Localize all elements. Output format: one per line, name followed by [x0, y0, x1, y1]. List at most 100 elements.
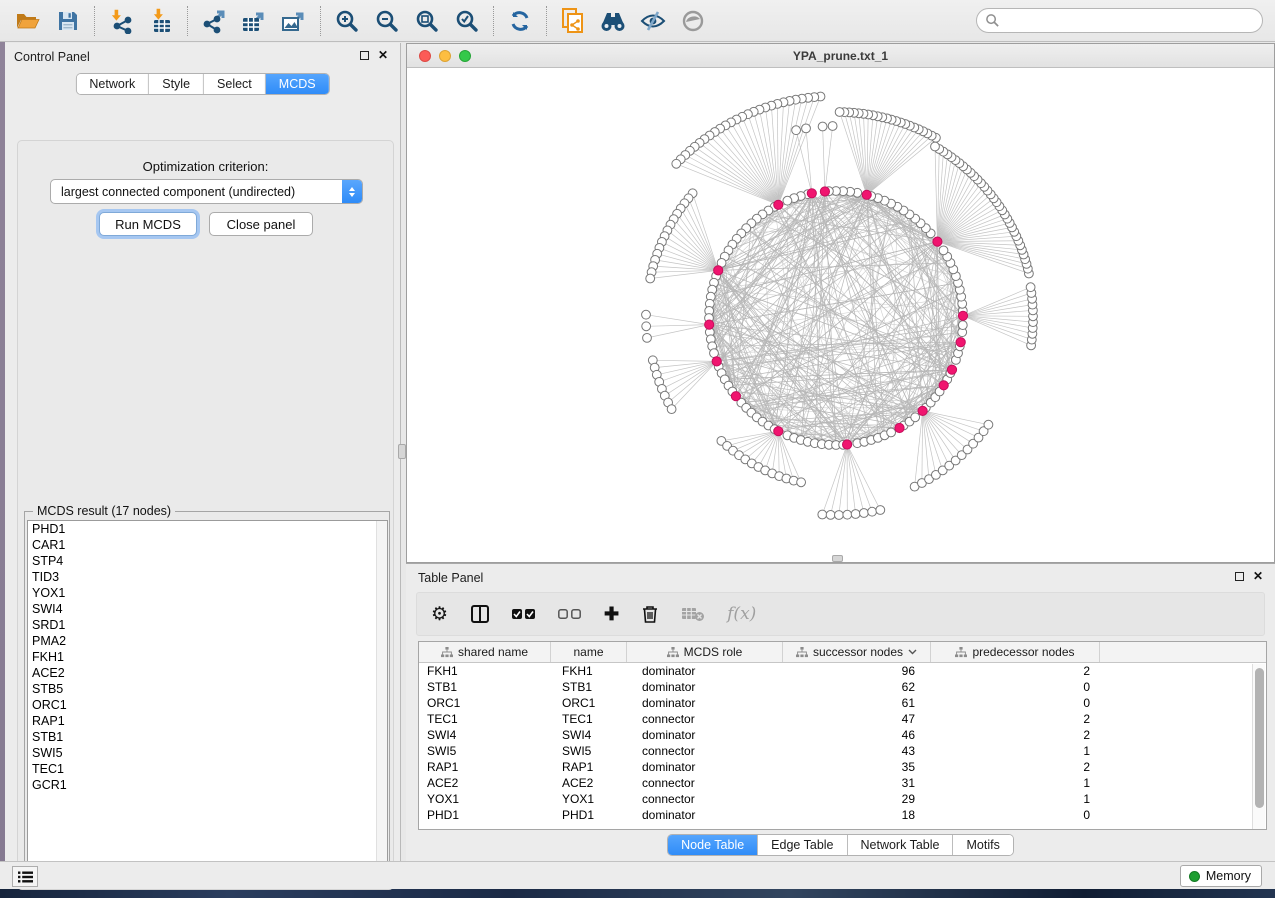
graph-node[interactable] [643, 334, 652, 343]
table-row[interactable]: TEC1TEC1connector472 [419, 711, 1266, 727]
float-panel-icon[interactable] [360, 51, 369, 60]
network-canvas[interactable] [407, 68, 1274, 562]
memory-button[interactable]: Memory [1180, 865, 1262, 887]
graph-node[interactable] [642, 310, 651, 319]
mcds-result-item[interactable]: ACE2 [28, 665, 387, 681]
mcds-result-item[interactable]: YOX1 [28, 585, 387, 601]
graph-dominator-node[interactable] [933, 237, 942, 246]
panel-list-button[interactable] [12, 866, 38, 887]
graph-dominator-node[interactable] [774, 427, 783, 436]
graph-node[interactable] [876, 506, 885, 515]
tab-motifs[interactable]: Motifs [953, 835, 1012, 855]
graph-dominator-node[interactable] [774, 200, 783, 209]
node-table[interactable]: shared namenameMCDS rolesuccessor nodesp… [418, 641, 1267, 830]
run-mcds-button[interactable]: Run MCDS [99, 212, 197, 236]
criterion-dropdown[interactable]: largest connected component (undirected) [50, 179, 363, 204]
mcds-result-item[interactable]: GCR1 [28, 777, 387, 793]
zoom-selected-button[interactable] [447, 4, 487, 38]
tab-mcds[interactable]: MCDS [266, 74, 329, 94]
graph-dominator-node[interactable] [714, 266, 723, 275]
table-scrollbar[interactable] [1252, 664, 1265, 829]
graph-dominator-node[interactable] [895, 423, 904, 432]
mcds-result-item[interactable]: CAR1 [28, 537, 387, 553]
save-session-button[interactable] [48, 4, 88, 38]
deselect-all-icon[interactable] [558, 608, 582, 620]
graph-node[interactable] [958, 321, 967, 330]
column-header-name[interactable]: name [551, 642, 627, 662]
import-table-button[interactable] [141, 4, 181, 38]
close-panel-icon[interactable]: ✕ [378, 51, 388, 60]
graph-dominator-node[interactable] [939, 381, 948, 390]
graph-node[interactable] [672, 159, 681, 168]
graph-node[interactable] [783, 196, 792, 205]
table-row[interactable]: SWI4SWI4dominator462 [419, 727, 1266, 743]
tab-network-table[interactable]: Network Table [848, 835, 954, 855]
search-box[interactable] [976, 8, 1263, 33]
export-table-button[interactable] [234, 4, 274, 38]
network-window-titlebar[interactable]: YPA_prune.txt_1 [407, 44, 1274, 68]
graph-node[interactable] [818, 122, 827, 131]
graph-node[interactable] [887, 428, 896, 437]
tab-select[interactable]: Select [204, 74, 266, 94]
table-row[interactable]: STB1STB1dominator620 [419, 679, 1266, 695]
graph-dominator-node[interactable] [956, 338, 965, 347]
tab-network[interactable]: Network [76, 74, 149, 94]
graph-node[interactable] [802, 124, 811, 133]
mcds-result-item[interactable]: STB1 [28, 729, 387, 745]
select-all-icon[interactable] [512, 608, 536, 620]
mcds-result-item[interactable]: TEC1 [28, 761, 387, 777]
import-network-button[interactable] [101, 4, 141, 38]
mcds-result-item[interactable]: FKH1 [28, 649, 387, 665]
graph-node[interactable] [868, 507, 877, 516]
graph-node[interactable] [860, 509, 869, 518]
export-network-button[interactable] [194, 4, 234, 38]
mcds-result-item[interactable]: RAP1 [28, 713, 387, 729]
graph-dominator-node[interactable] [958, 311, 967, 320]
graph-node[interactable] [792, 126, 801, 135]
graph-dominator-node[interactable] [843, 440, 852, 449]
mcds-result-item[interactable]: SWI5 [28, 745, 387, 761]
mcds-result-item[interactable]: STB5 [28, 681, 387, 697]
graph-node[interactable] [835, 511, 844, 520]
zoom-out-button[interactable] [367, 4, 407, 38]
export-image-button[interactable] [274, 4, 314, 38]
graph-node[interactable] [797, 478, 806, 487]
graph-dominator-node[interactable] [807, 189, 816, 198]
show-columns-icon[interactable] [470, 604, 490, 624]
graph-node[interactable] [911, 413, 920, 422]
mcds-list-scrollbar[interactable] [376, 521, 387, 879]
graph-dominator-node[interactable] [947, 365, 956, 374]
graph-node[interactable] [1026, 283, 1035, 292]
float-panel-icon[interactable] [1235, 572, 1244, 581]
graph-dominator-node[interactable] [918, 406, 927, 415]
open-file-button[interactable] [8, 4, 48, 38]
horizontal-splitter-grip[interactable] [832, 555, 843, 562]
table-row[interactable]: ACE2ACE2connector311 [419, 775, 1266, 791]
graph-dominator-node[interactable] [820, 187, 829, 196]
mcds-result-item[interactable]: PMA2 [28, 633, 387, 649]
mcds-result-item[interactable]: ORC1 [28, 697, 387, 713]
graph-node[interactable] [667, 405, 676, 414]
graph-node[interactable] [835, 108, 844, 117]
graph-node[interactable] [851, 510, 860, 519]
graph-dominator-node[interactable] [712, 357, 721, 366]
graph-node[interactable] [843, 510, 852, 519]
column-header-successor-nodes[interactable]: successor nodes [783, 642, 931, 662]
column-header-predecessor-nodes[interactable]: predecessor nodes [931, 642, 1100, 662]
refresh-button[interactable] [500, 4, 540, 38]
tab-edge-table[interactable]: Edge Table [758, 835, 847, 855]
column-header-MCDS-role[interactable]: MCDS role [627, 642, 783, 662]
hide-selected-button[interactable] [633, 4, 673, 38]
tab-node-table[interactable]: Node Table [668, 835, 758, 855]
table-row[interactable]: PHD1PHD1dominator180 [419, 807, 1266, 823]
search-input[interactable] [1000, 11, 1262, 31]
mcds-result-item[interactable]: PHD1 [28, 521, 387, 537]
zoom-in-button[interactable] [327, 4, 367, 38]
graph-node[interactable] [818, 510, 827, 519]
table-row[interactable]: YOX1YOX1connector291 [419, 791, 1266, 807]
mcds-result-item[interactable]: TID3 [28, 569, 387, 585]
mcds-result-list[interactable]: PHD1CAR1STP4TID3YOX1SWI4SRD1PMA2FKH1ACE2… [27, 520, 388, 880]
graph-node[interactable] [828, 122, 837, 131]
graph-node[interactable] [931, 142, 940, 151]
table-row[interactable]: FKH1FKH1dominator962 [419, 663, 1266, 679]
